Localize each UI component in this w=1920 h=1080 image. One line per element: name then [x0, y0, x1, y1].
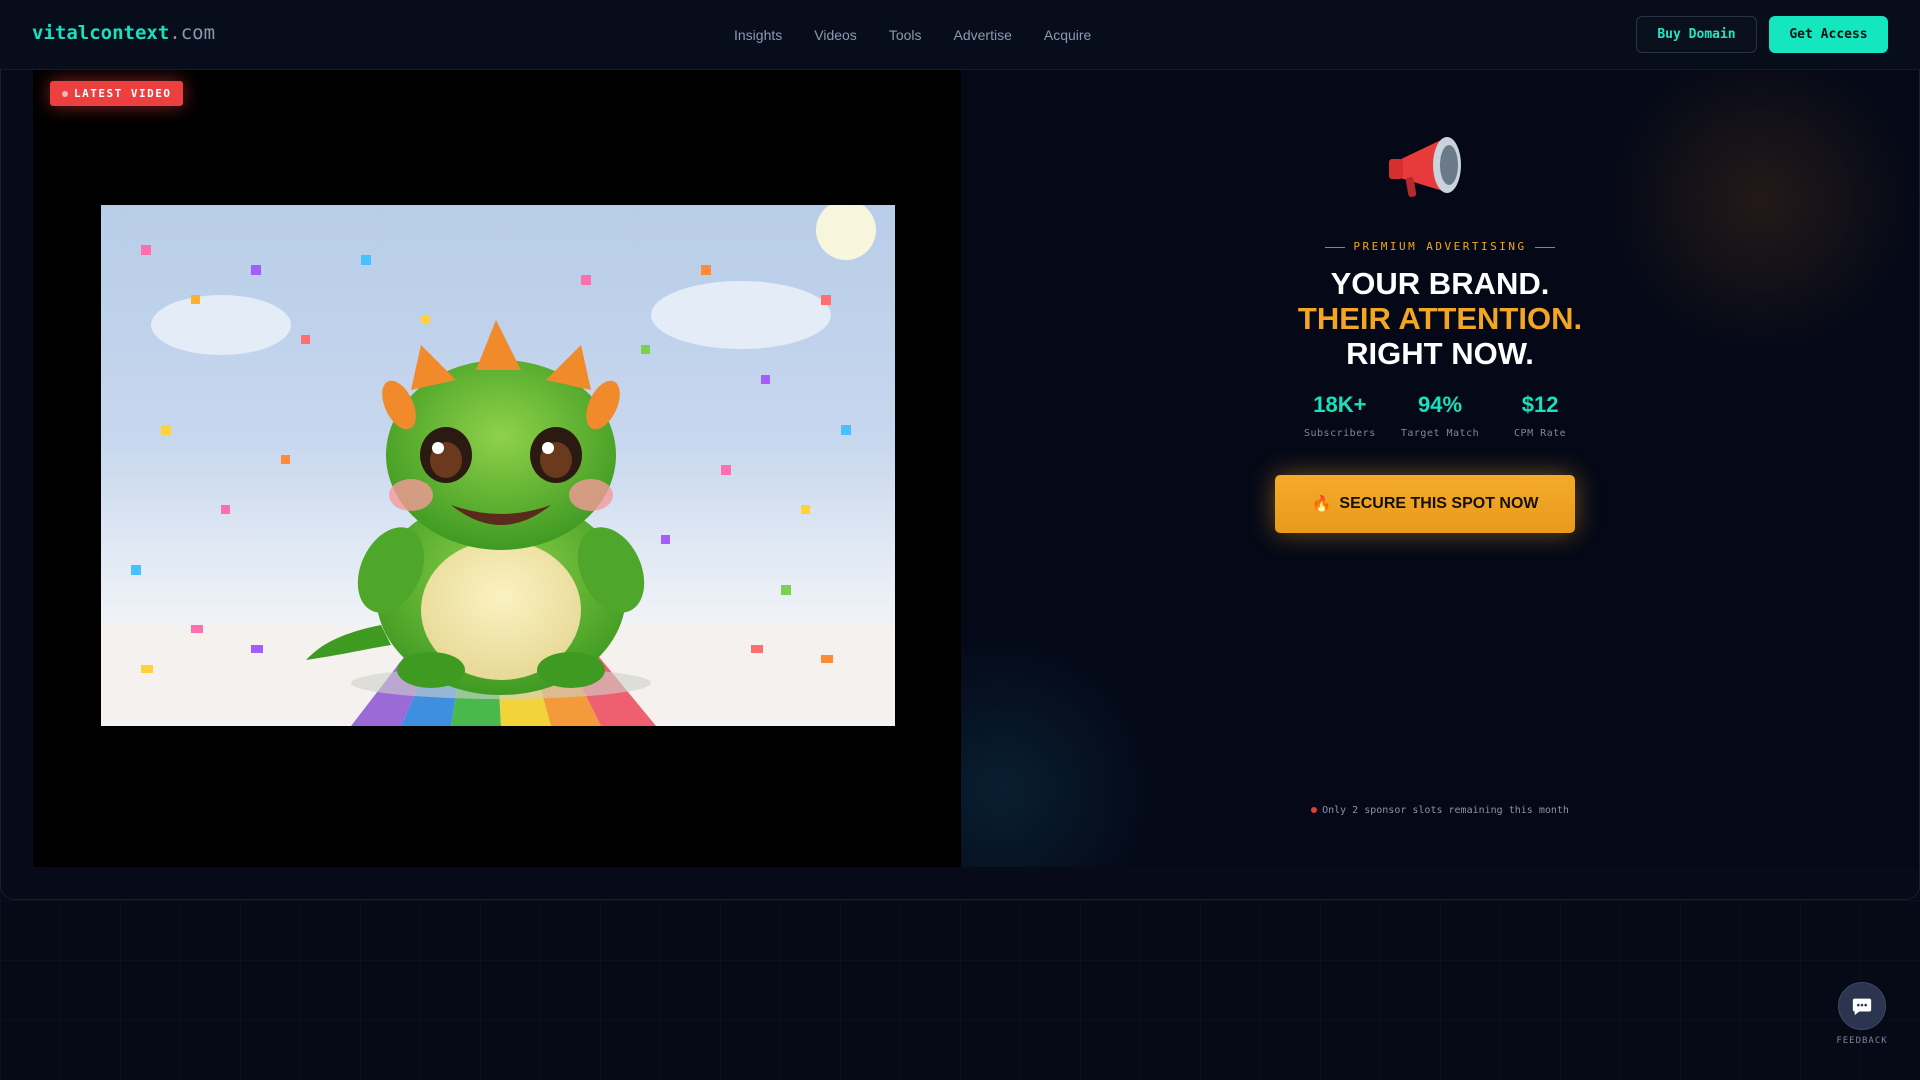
nav-tools[interactable]: Tools — [889, 27, 922, 43]
ad-headline: YOUR BRAND. THEIR ATTENTION. RIGHT NOW. — [961, 266, 1919, 371]
stat-value: 18K+ — [1313, 392, 1367, 417]
stat-subscribers: 18K+ Subscribers — [1303, 392, 1377, 439]
headline-line-1: YOUR BRAND. — [1330, 266, 1550, 301]
stat-label: Target Match — [1400, 428, 1480, 439]
alert-dot-icon — [1311, 807, 1318, 813]
divider — [1534, 246, 1555, 248]
video-player[interactable]: LATEST VIDEO — [33, 70, 961, 867]
fire-icon: 🔥 — [1311, 496, 1332, 513]
megaphone-icon — [1389, 137, 1461, 198]
live-dot-icon — [62, 90, 68, 97]
get-access-button[interactable]: Get Access — [1769, 16, 1888, 53]
site-header: vitalcontext.com Insights Videos Tools A… — [0, 0, 1920, 70]
feedback-button[interactable] — [1838, 982, 1886, 1030]
buy-domain-button[interactable]: Buy Domain — [1636, 16, 1757, 53]
stat-value: 94% — [1417, 392, 1463, 417]
main-nav: Insights Videos Tools Advertise Acquire — [734, 27, 1091, 43]
video-thumbnail[interactable] — [101, 205, 895, 726]
decorative-glow — [961, 630, 1161, 867]
headline-line-3: RIGHT NOW. — [1346, 336, 1534, 371]
ad-panel: PREMIUM ADVERTISING YOUR BRAND. THEIR AT… — [961, 70, 1919, 867]
stat-label: Subscribers — [1304, 428, 1376, 439]
chat-bubble-icon — [1852, 998, 1872, 1016]
site-logo[interactable]: vitalcontext.com — [32, 22, 215, 44]
latest-video-badge: LATEST VIDEO — [50, 81, 184, 106]
divider — [1325, 246, 1346, 248]
headline-line-2: THEIR ATTENTION. — [1297, 301, 1583, 336]
feedback-label: FEEDBACK — [1836, 1036, 1888, 1046]
dragon-thumbnail-illustration — [101, 205, 895, 726]
nav-acquire[interactable]: Acquire — [1044, 27, 1091, 43]
eyebrow-label: PREMIUM ADVERTISING — [1353, 240, 1527, 253]
badge-label: LATEST VIDEO — [74, 87, 172, 100]
scarcity-text: Only 2 sponsor slots remaining this mont… — [1322, 805, 1569, 816]
stat-label: CPM Rate — [1514, 428, 1567, 439]
cta-label: SECURE THIS SPOT NOW — [1339, 495, 1539, 512]
logo-name: vitalcontext — [32, 22, 170, 44]
stat-cpm-rate: $12 CPM Rate — [1503, 392, 1577, 439]
ad-eyebrow: PREMIUM ADVERTISING — [961, 240, 1919, 253]
hero-card: LATEST VIDEO PREMIUM ADVERTISING YOUR BR… — [0, 70, 1920, 900]
nav-videos[interactable]: Videos — [814, 27, 857, 43]
nav-insights[interactable]: Insights — [734, 27, 782, 43]
nav-advertise[interactable]: Advertise — [954, 27, 1012, 43]
scarcity-notice: Only 2 sponsor slots remaining this mont… — [961, 805, 1919, 816]
secure-spot-button[interactable]: 🔥 SECURE THIS SPOT NOW — [1275, 475, 1575, 533]
stat-target-match: 94% Target Match — [1401, 392, 1479, 439]
stat-value: $12 — [1521, 392, 1559, 417]
ad-stats: 18K+ Subscribers 94% Target Match $12 CP… — [961, 392, 1919, 439]
logo-tld: .com — [169, 22, 216, 44]
